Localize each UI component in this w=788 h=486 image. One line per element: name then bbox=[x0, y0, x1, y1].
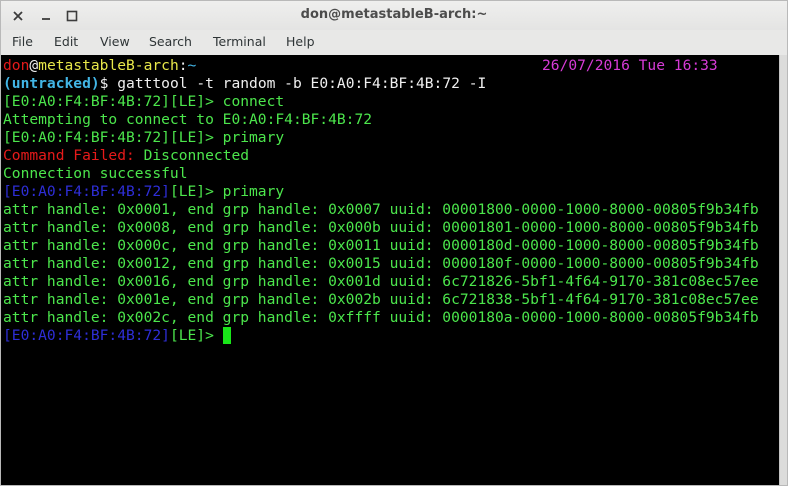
output-line: Connection successful bbox=[3, 165, 188, 182]
attr-line: attr handle: 0x000c, end grp handle: 0x0… bbox=[3, 237, 759, 254]
output-line: [E0:A0:F4:BF:4B:72][LE]> primary bbox=[3, 183, 284, 201]
window-title: don@metastableB-arch:~ bbox=[300, 7, 488, 22]
attr-line: attr handle: 0x0008, end grp handle: 0x0… bbox=[3, 219, 759, 236]
attr-line: attr handle: 0x0001, end grp handle: 0x0… bbox=[3, 201, 759, 218]
menu-bar: File Edit View Search Terminal Help bbox=[1, 30, 787, 54]
command-text: gatttool -t random -b E0:A0:F4:BF:4B:72 … bbox=[117, 75, 487, 92]
menu-file[interactable]: File bbox=[12, 34, 33, 49]
gatt-prompt: [E0:A0:F4:BF:4B:72][LE]> bbox=[3, 93, 214, 110]
terminal-window: don@metastableB-arch:~ File Edit View Se… bbox=[0, 0, 788, 486]
attr-line: attr handle: 0x0012, end grp handle: 0x0… bbox=[3, 255, 759, 272]
prompt-colon: : bbox=[178, 57, 188, 74]
error-label: Command Failed: bbox=[3, 147, 135, 164]
git-status: (untracked) bbox=[3, 75, 100, 92]
menu-search[interactable]: Search bbox=[149, 34, 192, 49]
menu-help[interactable]: Help bbox=[286, 34, 315, 49]
prompt-line: don@metastableB-arch:~ bbox=[3, 57, 196, 75]
output-line: [E0:A0:F4:BF:4B:72][LE]> primary bbox=[3, 129, 284, 147]
gatt-command: connect bbox=[213, 93, 285, 110]
title-bar[interactable]: don@metastableB-arch:~ bbox=[1, 1, 787, 30]
terminal-output[interactable]: don@metastableB-arch:~ 26/07/2016 Tue 16… bbox=[1, 55, 779, 485]
prompt-host: metastableB-arch bbox=[38, 57, 179, 74]
prompt-at: @ bbox=[29, 57, 39, 74]
error-message: Disconnected bbox=[134, 147, 250, 164]
attr-line: attr handle: 0x002c, end grp handle: 0xf… bbox=[3, 309, 759, 326]
output-line: [E0:A0:F4:BF:4B:72][LE]> connect bbox=[3, 93, 284, 111]
output-line: Command Failed: Disconnected bbox=[3, 147, 249, 165]
attr-line: attr handle: 0x0016, end grp handle: 0x0… bbox=[3, 273, 759, 290]
gatt-le: [LE]> bbox=[169, 183, 214, 200]
attr-line: attr handle: 0x001e, end grp handle: 0x0… bbox=[3, 291, 759, 308]
command-line: (untracked)$ gatttool -t random -b E0:A0… bbox=[3, 75, 486, 93]
menu-view[interactable]: View bbox=[100, 34, 130, 49]
menu-terminal[interactable]: Terminal bbox=[213, 34, 266, 49]
gatt-le: [LE]> bbox=[169, 327, 223, 344]
prompt-user: don bbox=[3, 57, 30, 74]
output-line: Attempting to connect to E0:A0:F4:BF:4B:… bbox=[3, 111, 373, 128]
current-prompt-line: [E0:A0:F4:BF:4B:72][LE]> bbox=[3, 327, 231, 345]
menu-edit[interactable]: Edit bbox=[54, 34, 78, 49]
gatt-command: primary bbox=[213, 129, 285, 146]
text-cursor bbox=[222, 327, 231, 344]
prompt-datetime: 26/07/2016 Tue 16:33 bbox=[542, 57, 718, 74]
prompt-dir: ~ bbox=[187, 57, 197, 74]
gatt-address: [E0:A0:F4:BF:4B:72] bbox=[3, 327, 170, 344]
gatt-prompt: [E0:A0:F4:BF:4B:72][LE]> bbox=[3, 129, 214, 146]
gatt-command: primary bbox=[213, 183, 285, 200]
scrollbar[interactable] bbox=[779, 55, 787, 485]
gatt-address: [E0:A0:F4:BF:4B:72] bbox=[3, 183, 170, 200]
